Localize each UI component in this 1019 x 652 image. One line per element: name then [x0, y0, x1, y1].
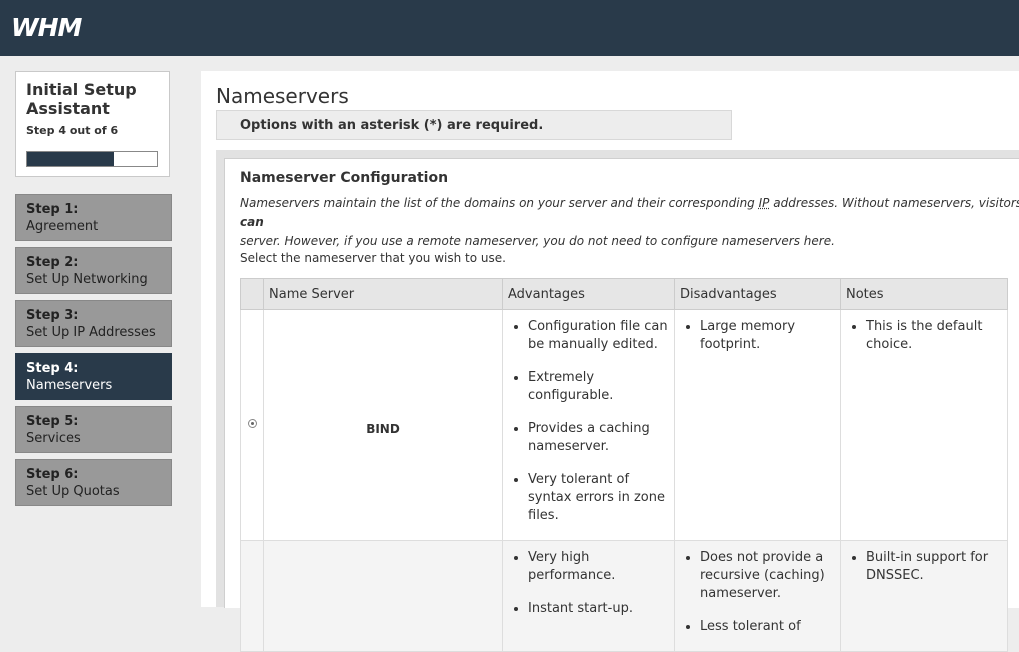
desc-part-3: server. However, if you use a remote nam… [240, 234, 835, 248]
notes-cell: This is the default choice. [840, 309, 1008, 541]
step-label: Nameservers [26, 378, 113, 393]
advantage-item: Provides a caching nameserver. [528, 420, 669, 456]
setup-title: Initial Setup Assistant [26, 80, 137, 118]
radio-col-header [240, 278, 264, 310]
step-number: Step 4: [26, 361, 79, 376]
advantages-cell: Very high performance. Instant start-up. [502, 540, 675, 652]
setup-step-counter: Step 4 out of 6 [26, 124, 119, 137]
table-header-row: Name Server Advantages Disadvantages Not… [240, 278, 1008, 310]
advantages-cell: Configuration file can be manually edite… [502, 309, 675, 541]
sidebar-step-3[interactable]: Step 3: Set Up IP Addresses [15, 300, 172, 347]
disadvantages-cell: Does not provide a recursive (caching) n… [674, 540, 841, 652]
step-label: Set Up IP Addresses [26, 325, 156, 340]
step-label: Services [26, 431, 81, 446]
step-label: Agreement [26, 219, 99, 234]
advantage-item: Configuration file can be manually edite… [528, 318, 669, 354]
ip-abbr: IP [758, 196, 770, 210]
setup-progress-fill [27, 152, 115, 166]
step-number: Step 1: [26, 202, 79, 217]
select-instruction: Select the nameserver that you wish to u… [240, 251, 506, 265]
name-server-cell [263, 540, 503, 652]
col-header-name-server: Name Server [263, 278, 503, 310]
notes-cell: Built-in support for DNSSEC. [840, 540, 1008, 652]
setup-assistant-box: Initial Setup Assistant Step 4 out of 6 [15, 71, 170, 177]
disadvantage-item: Less tolerant of [700, 618, 835, 636]
sidebar-step-2[interactable]: Step 2: Set Up Networking [15, 247, 172, 294]
radio-cell[interactable] [240, 540, 264, 652]
sidebar-step-6[interactable]: Step 6: Set Up Quotas [15, 459, 172, 506]
sidebar-step-1[interactable]: Step 1: Agreement [15, 194, 172, 241]
bind-radio-button[interactable] [247, 419, 257, 428]
advantage-item: Very high performance. [528, 549, 669, 585]
name-server-cell: BIND [263, 309, 503, 541]
disadvantage-item: Large memory footprint. [700, 318, 835, 354]
top-bar: WHM [0, 0, 1019, 56]
section-title: Nameserver Configuration [240, 170, 449, 186]
sidebar-step-5[interactable]: Step 5: Services [15, 406, 172, 453]
advantage-item: Very tolerant of syntax errors in zone f… [528, 471, 669, 525]
table-row[interactable]: Very high performance. Instant start-up.… [240, 540, 1008, 652]
nameserver-description: Nameservers maintain the list of the dom… [240, 194, 1019, 251]
required-notice: Options with an asterisk (*) are require… [216, 110, 732, 140]
sidebar-step-4[interactable]: Step 4: Nameservers [15, 353, 172, 400]
disadvantages-cell: Large memory footprint. [674, 309, 841, 541]
nameserver-table: Name Server Advantages Disadvantages Not… [240, 278, 1008, 652]
step-number: Step 5: [26, 414, 79, 429]
desc-part-1: Nameservers maintain the list of the dom… [240, 196, 755, 210]
advantage-item: Extremely configurable. [528, 369, 669, 405]
step-number: Step 6: [26, 467, 79, 482]
note-item: This is the default choice. [866, 318, 1002, 354]
advantage-item: Instant start-up. [528, 600, 669, 618]
desc-part-2: addresses. Without nameservers, visitors [773, 196, 1019, 210]
radio-cell[interactable] [240, 309, 264, 541]
desc-bold: can [240, 215, 264, 229]
step-number: Step 3: [26, 308, 79, 323]
step-label: Set Up Quotas [26, 484, 120, 499]
whm-logo[interactable]: WHM [11, 13, 82, 43]
step-label: Set Up Networking [26, 272, 148, 287]
table-row[interactable]: BIND Configuration file can be manually … [240, 309, 1008, 541]
col-header-disadvantages: Disadvantages [674, 278, 841, 310]
disadvantage-item: Does not provide a recursive (caching) n… [700, 549, 835, 603]
col-header-notes: Notes [840, 278, 1008, 310]
page-title: Nameservers [216, 84, 349, 108]
col-header-advantages: Advantages [502, 278, 675, 310]
step-number: Step 2: [26, 255, 79, 270]
setup-progress-bar [26, 151, 158, 167]
note-item: Built-in support for DNSSEC. [866, 549, 1002, 585]
